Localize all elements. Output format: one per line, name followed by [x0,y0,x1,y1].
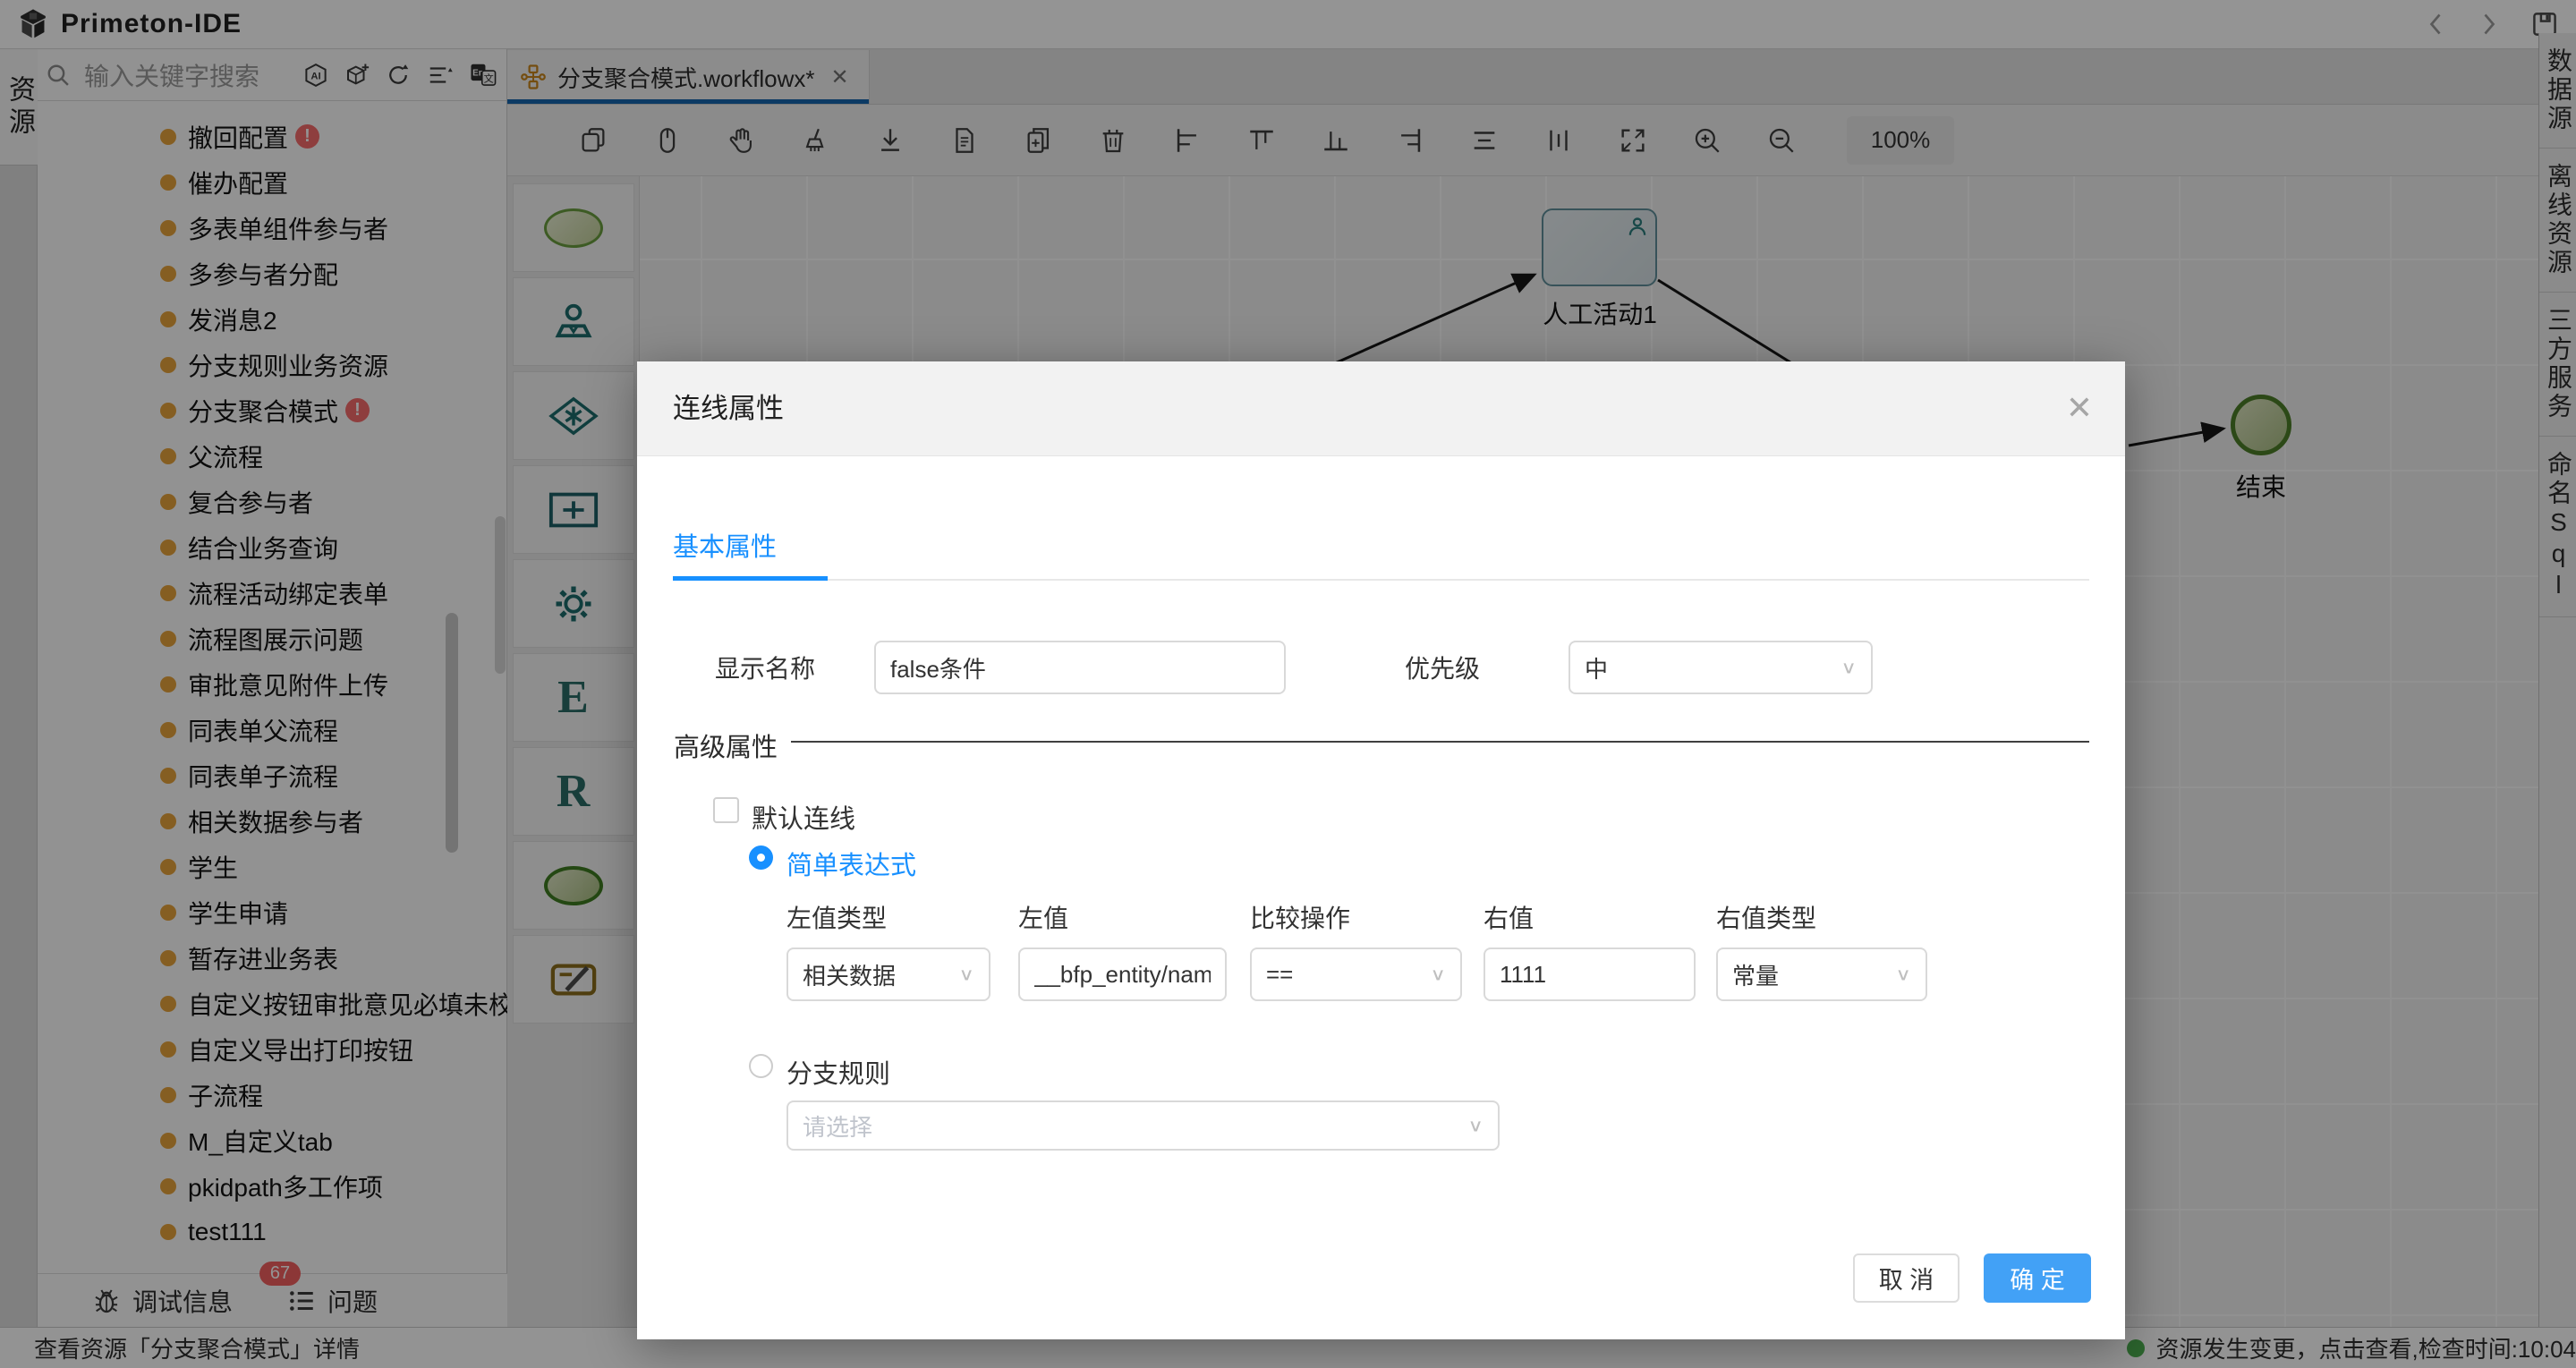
chevron-down-icon: ∨ [958,964,974,984]
simple-expression-radio[interactable] [749,845,773,870]
priority-select[interactable]: 中 ∨ [1569,641,1873,694]
priority-value: 中 [1585,651,1608,684]
tab-divider [673,579,2089,581]
right-value-type-value: 常量 [1732,958,1779,991]
compare-op-select[interactable]: == ∨ [1250,947,1462,1001]
right-value-type-select[interactable]: 常量 ∨ [1716,947,1927,1001]
branch-rule-select[interactable]: 请选择 ∨ [786,1100,1500,1151]
dialog-close-icon[interactable]: ✕ [2066,390,2093,426]
advanced-section-divider [791,741,2089,743]
left-value-label: 左值 [1018,899,1068,935]
chevron-down-icon: ∨ [1430,964,1446,984]
chevron-down-icon: ∨ [1895,964,1911,984]
left-value-type-label: 左值类型 [786,899,887,935]
default-line-label: 默认连线 [752,798,855,836]
branch-rule-label: 分支规则 [786,1053,890,1091]
branch-rule-radio[interactable] [749,1054,773,1078]
chevron-down-icon: ∨ [1467,1115,1484,1135]
connection-properties-dialog: 连线属性 ✕ 基本属性 显示名称 优先级 中 ∨ 高级属性 默认连线 简单表达式… [637,361,2125,1339]
confirm-button[interactable]: 确 定 [1984,1253,2091,1303]
left-value-type-value: 相关数据 [803,958,896,991]
right-value-label: 右值 [1484,899,1534,935]
left-value-type-select[interactable]: 相关数据 ∨ [786,947,990,1001]
app-window: Primeton-IDE 资源 输入关键字搜索 AI En文 [0,0,2576,1368]
display-name-label: 显示名称 [715,650,815,685]
dialog-header: 连线属性 ✕ [637,361,2125,456]
priority-label: 优先级 [1405,650,1480,685]
cancel-button[interactable]: 取 消 [1853,1253,1960,1303]
right-value-type-label: 右值类型 [1716,899,1816,935]
advanced-section-label: 高级属性 [674,726,778,764]
active-tab-underline [673,576,828,581]
default-line-checkbox[interactable] [713,797,739,823]
display-name-input[interactable] [874,641,1286,694]
branch-rule-placeholder: 请选择 [803,1109,872,1143]
dialog-title: 连线属性 [673,361,784,456]
simple-expression-label[interactable]: 简单表达式 [786,845,916,882]
tab-basic-properties[interactable]: 基本属性 [673,526,777,564]
chevron-down-icon: ∨ [1841,657,1857,677]
right-value-input[interactable] [1484,947,1696,1001]
compare-op-label: 比较操作 [1250,899,1350,935]
left-value-input[interactable] [1018,947,1227,1001]
compare-op-value: == [1266,961,1293,989]
